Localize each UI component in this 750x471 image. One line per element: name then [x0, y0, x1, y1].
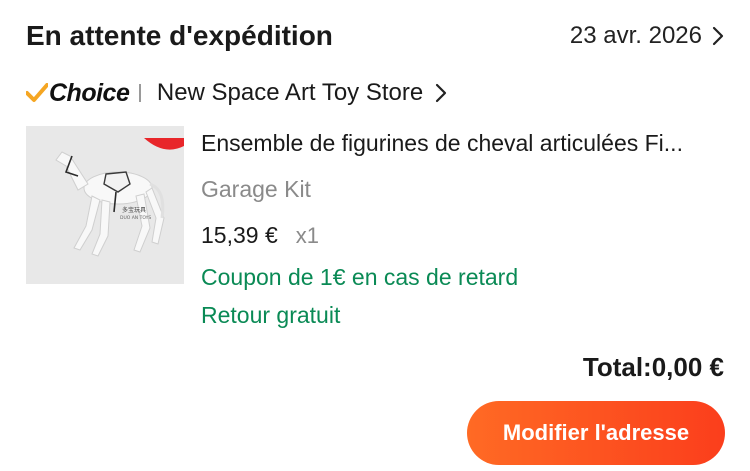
store-row: Choice New Space Art Toy Store — [26, 76, 447, 110]
svg-text:DUO AN TOYS: DUO AN TOYS — [120, 215, 151, 221]
modify-address-button[interactable]: Modifier l'adresse — [467, 401, 725, 465]
choice-check-icon — [26, 83, 48, 102]
late-delivery-coupon: Coupon de 1€ en cas de retard — [201, 264, 519, 290]
divider — [139, 84, 141, 102]
order-total: Total:0,00 € — [582, 352, 724, 382]
product-price: 15,39 € — [201, 222, 278, 248]
order-status-title: En attente d'expédition — [26, 20, 333, 51]
product-image[interactable]: 多宝玩具 DUO AN TOYS — [26, 126, 184, 284]
store-link[interactable]: New Space Art Toy Store — [157, 79, 447, 107]
product-quantity: x1 — [295, 223, 319, 248]
chevron-right-icon — [436, 83, 447, 103]
product-title[interactable]: Ensemble de figurines de cheval articulé… — [201, 130, 726, 157]
svg-text:多宝玩具: 多宝玩具 — [122, 206, 146, 214]
chevron-right-icon — [712, 26, 724, 46]
product-variant: Garage Kit — [201, 176, 311, 202]
order-date-link[interactable]: 23 avr. 2026 — [570, 22, 724, 50]
store-name: New Space Art Toy Store — [156, 79, 424, 106]
choice-badge-text: Choice — [49, 78, 130, 107]
order-date: 23 avr. 2026 — [569, 22, 702, 49]
horse-figure-image: 多宝玩具 DUO AN TOYS — [26, 126, 184, 284]
free-return: Retour gratuit — [201, 302, 341, 328]
price-row: 15,39 € x1 — [201, 222, 319, 249]
choice-logo: Choice — [26, 78, 130, 108]
